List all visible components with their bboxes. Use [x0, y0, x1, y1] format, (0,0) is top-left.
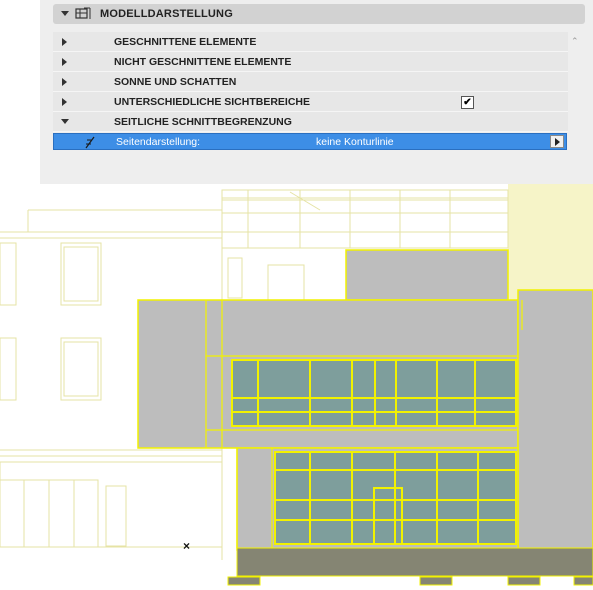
section-label: SEITLICHE SCHNITTBEGRENZUNG	[114, 116, 292, 128]
section-label: SONNE UND SCHATTEN	[114, 76, 237, 88]
expand-arrow-icon[interactable]	[62, 38, 67, 46]
property-row-seitendarstellung[interactable]: Seitendarstellung: keine Konturlinie	[53, 133, 567, 150]
section-label: NICHT GESCHNITTENE ELEMENTE	[114, 56, 292, 68]
expand-arrow-icon[interactable]	[62, 98, 67, 106]
section-seitliche-schnittbegrenzung[interactable]: SEITLICHE SCHNITTBEGRENZUNG	[53, 112, 568, 132]
collapse-arrow-icon[interactable]	[61, 119, 69, 124]
settings-panel: MODELLDARSTELLUNG ⌃ GESCHNITTENE ELEMENT…	[40, 0, 593, 184]
scroll-up-icon[interactable]: ⌃	[571, 36, 579, 47]
position-marker-icon: ×	[183, 539, 191, 553]
sichtbereiche-checkbox[interactable]: ✔	[461, 96, 474, 109]
model-display-icon	[75, 7, 91, 19]
panel-title: MODELLDARSTELLUNG	[100, 8, 233, 20]
section-sonne-und-schatten[interactable]: SONNE UND SCHATTEN	[53, 72, 568, 92]
play-arrow-icon	[555, 138, 560, 146]
property-value[interactable]: keine Konturlinie	[316, 136, 394, 148]
section-geschnittene-elemente[interactable]: GESCHNITTENE ELEMENTE	[53, 32, 568, 52]
section-label: UNTERSCHIEDLICHE SICHTBEREICHE	[114, 96, 311, 108]
property-dropdown-button[interactable]	[550, 135, 564, 148]
upper-glazing	[231, 359, 517, 427]
section-nicht-geschnittene-elemente[interactable]: NICHT GESCHNITTENE ELEMENTE	[53, 52, 568, 72]
panel-header-modelldarstellung[interactable]: MODELLDARSTELLUNG	[53, 4, 585, 24]
section-label: GESCHNITTENE ELEMENTE	[114, 36, 257, 48]
expand-arrow-icon[interactable]	[62, 58, 67, 66]
section-line-icon	[85, 136, 95, 149]
property-label: Seitendarstellung:	[116, 136, 201, 148]
background-fill	[508, 178, 593, 308]
collapse-arrow-icon[interactable]	[61, 11, 69, 16]
ground-base	[227, 547, 593, 586]
lower-glazing	[274, 451, 517, 545]
section-unterschiedliche-sichtbereiche[interactable]: UNTERSCHIEDLICHE SICHTBEREICHE ✔	[53, 92, 568, 112]
expand-arrow-icon[interactable]	[62, 78, 67, 86]
